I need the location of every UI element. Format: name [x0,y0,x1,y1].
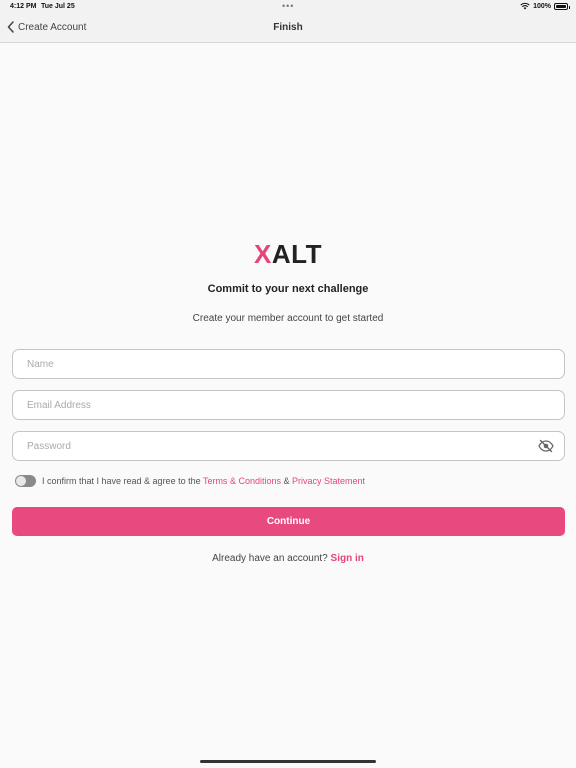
email-field[interactable] [12,390,565,420]
xalt-logo: XALT [0,238,576,270]
status-time: 4:12 PM [10,3,37,10]
eye-slash-icon[interactable] [538,439,554,453]
email-input[interactable] [13,391,564,419]
logo-rest-letters: ALT [271,239,322,269]
nav-title: Finish [273,22,303,33]
terms-link[interactable]: Terms & Conditions [203,476,281,486]
consent-text: I confirm that I have read & agree to th… [42,476,365,486]
battery-percentage: 100% [533,2,551,10]
signin-link[interactable]: Sign in [331,553,364,564]
home-indicator[interactable] [200,760,376,763]
password-input[interactable] [13,432,564,460]
consent-statement: I confirm that I have read & agree to th… [42,476,201,486]
signin-row: Already have an account? Sign in [0,553,576,564]
status-indicators: 100% [520,2,570,10]
multitasking-dots[interactable]: ••• [282,1,294,11]
password-field[interactable] [12,431,565,461]
toggle-knob [16,476,26,486]
consent-row: I confirm that I have read & agree to th… [15,475,365,487]
wifi-icon [520,2,530,10]
headline: Commit to your next challenge [207,283,369,295]
name-input[interactable] [13,350,564,378]
subtitle: Create your member account to get starte… [192,313,384,324]
privacy-link[interactable]: Privacy Statement [292,476,365,486]
consent-toggle[interactable] [15,475,36,487]
navigation-bar: Create Account Finish [0,14,576,43]
signin-prompt: Already have an account? [212,553,328,564]
status-date: Tue Jul 25 [41,3,75,10]
name-field[interactable] [12,349,565,379]
continue-button[interactable]: Continue [12,507,565,536]
logo-accent-letter: X [254,239,272,269]
battery-icon [554,2,570,10]
status-bar: 4:12 PM Tue Jul 25 ••• 100% [0,0,576,14]
consent-joiner: & [283,476,290,486]
